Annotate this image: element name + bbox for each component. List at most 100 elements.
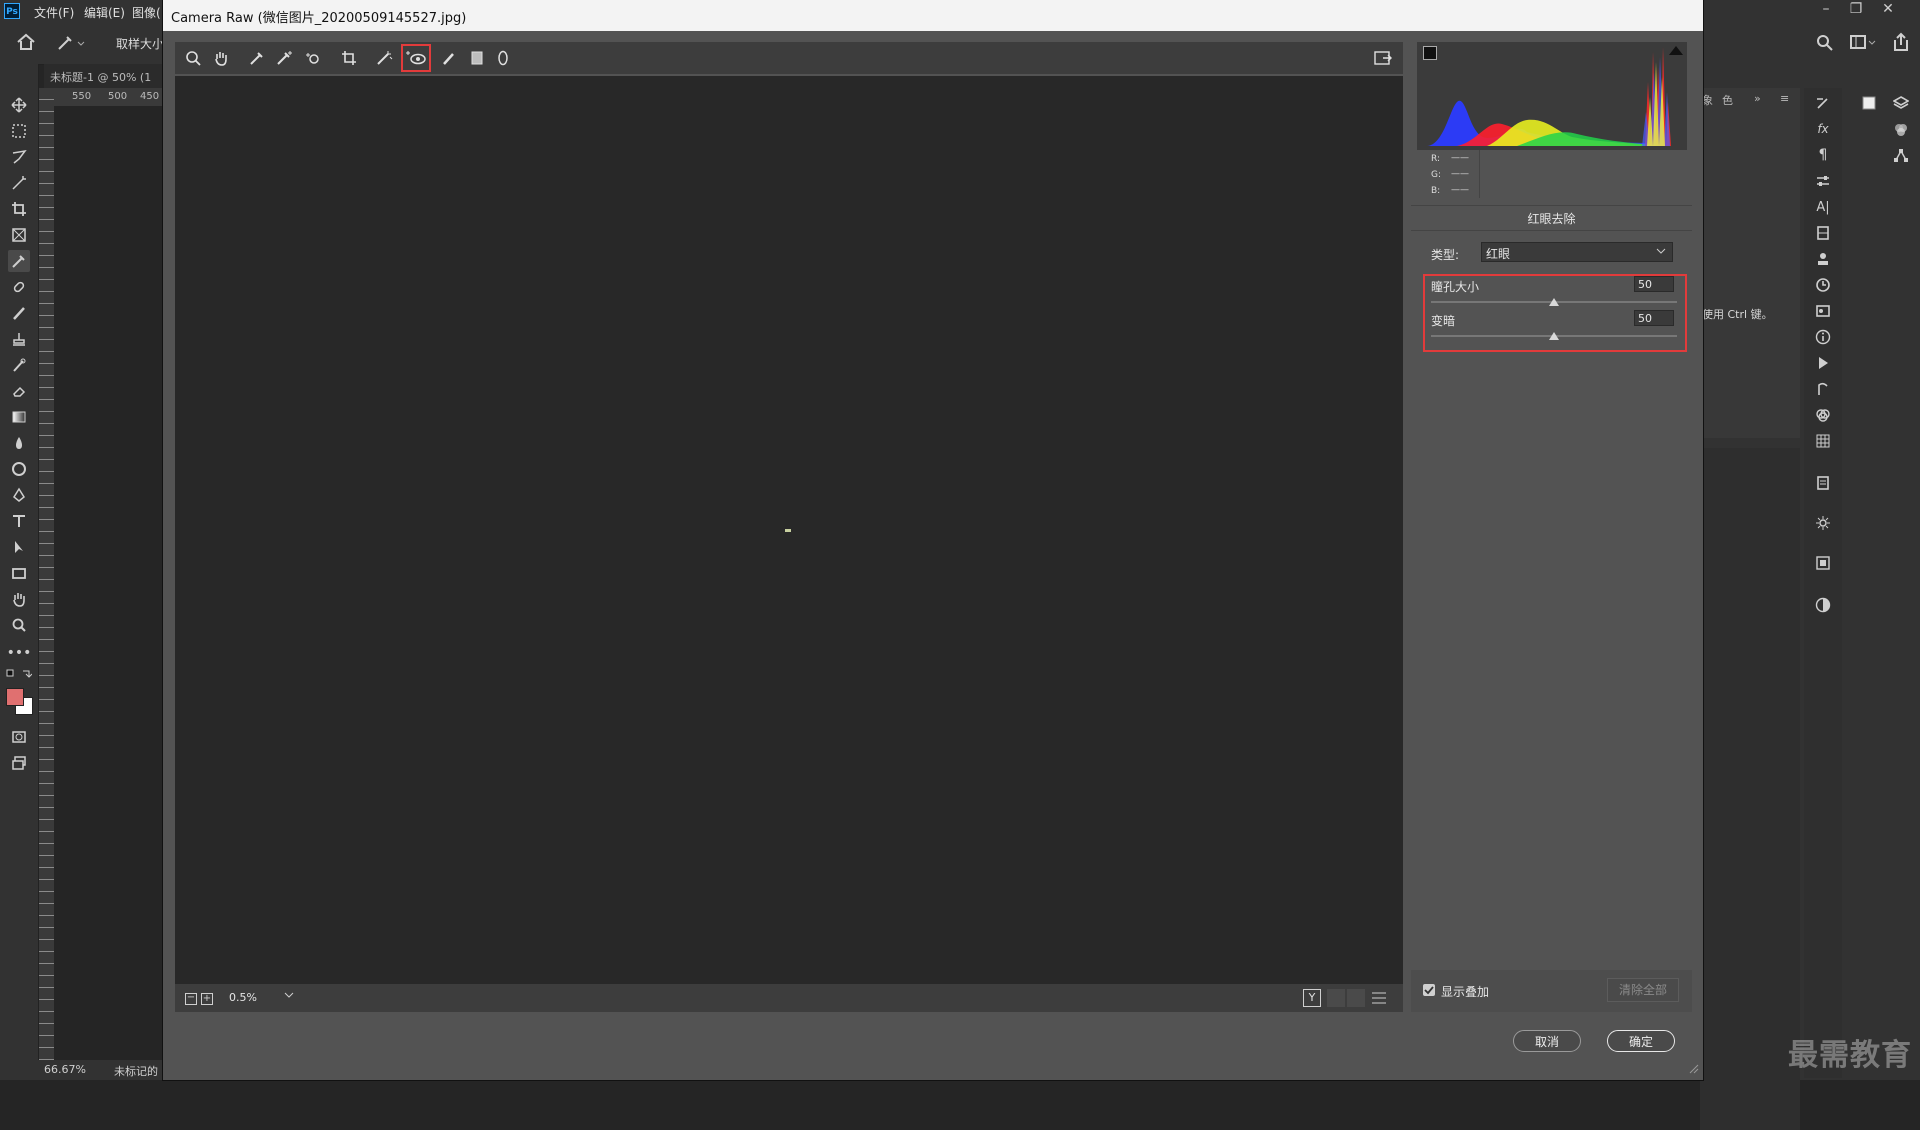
menu-edit[interactable]: 编辑(E) bbox=[84, 4, 125, 21]
brush-settings-icon[interactable] bbox=[1812, 92, 1834, 114]
status-zoom[interactable]: 66.67% bbox=[44, 1063, 86, 1076]
info-icon[interactable] bbox=[1812, 326, 1834, 348]
hand-tool-icon[interactable] bbox=[8, 588, 30, 610]
magic-wand-tool-icon[interactable] bbox=[8, 172, 30, 194]
crop-tool-icon[interactable] bbox=[8, 198, 30, 220]
character-icon[interactable]: A| bbox=[1812, 196, 1834, 218]
type-select[interactable]: 红眼 bbox=[1481, 242, 1673, 262]
darken-input[interactable]: 50 bbox=[1634, 310, 1674, 326]
share-icon[interactable] bbox=[1892, 32, 1910, 52]
menu-image[interactable]: 图像( bbox=[132, 4, 161, 21]
zoom-tool-icon[interactable] bbox=[8, 614, 30, 636]
targeted-adjustment-tool-icon[interactable] bbox=[301, 46, 325, 70]
paths-node-icon[interactable] bbox=[1890, 144, 1912, 166]
actions-play-icon[interactable] bbox=[1812, 352, 1834, 374]
eraser-tool-icon[interactable] bbox=[8, 380, 30, 402]
channels-icon[interactable] bbox=[1812, 404, 1834, 426]
swatches-grid-icon[interactable] bbox=[1812, 430, 1834, 452]
clear-all-button[interactable]: 清除全部 bbox=[1607, 978, 1679, 1002]
darken-slider-thumb[interactable] bbox=[1549, 332, 1559, 340]
panel-tab-label[interactable]: 象 bbox=[1702, 92, 1713, 108]
minimize-icon[interactable]: – bbox=[1812, 1, 1840, 17]
show-overlay-label[interactable]: 显示叠加 bbox=[1441, 983, 1489, 1000]
panel-menu-icon[interactable]: ≡ bbox=[1780, 92, 1789, 105]
zoom-dropdown-chevron-icon[interactable] bbox=[283, 989, 297, 1007]
move-tool-icon[interactable] bbox=[8, 94, 30, 116]
channels-rgb-icon[interactable] bbox=[1890, 118, 1912, 140]
quick-mask-icon[interactable] bbox=[8, 726, 30, 748]
type-tool-icon[interactable] bbox=[8, 510, 30, 532]
pupil-size-input[interactable]: 50 bbox=[1634, 276, 1674, 292]
menu-file[interactable]: 文件(F) bbox=[34, 4, 74, 21]
spot-removal-tool-icon[interactable] bbox=[373, 46, 397, 70]
eyedropper-preset-icon[interactable] bbox=[56, 32, 86, 52]
foreground-color-swatch[interactable] bbox=[6, 688, 24, 706]
stamp-tool-icon[interactable] bbox=[8, 328, 30, 350]
history-brush-tool-icon[interactable] bbox=[8, 354, 30, 376]
pen-tool-icon[interactable] bbox=[8, 484, 30, 506]
layer-thumb-icon[interactable] bbox=[1858, 92, 1880, 114]
workspace-icon[interactable] bbox=[1850, 34, 1876, 52]
dodge-tool-icon[interactable] bbox=[8, 458, 30, 480]
image-preview[interactable] bbox=[175, 76, 1403, 984]
panel-expand-icon[interactable]: » bbox=[1754, 92, 1761, 105]
dialog-titlebar[interactable]: Camera Raw (微信图片_20200509145527.jpg) bbox=[163, 0, 1703, 31]
zoom-level-select[interactable]: 0.5% bbox=[221, 989, 281, 1007]
show-overlay-checkbox[interactable] bbox=[1423, 984, 1435, 996]
close-icon[interactable]: ✕ bbox=[1874, 1, 1902, 17]
shadow-clipping-warning-icon[interactable] bbox=[1423, 46, 1437, 60]
libraries-icon[interactable] bbox=[1812, 222, 1834, 244]
red-eye-removal-tool[interactable] bbox=[401, 44, 431, 72]
graduated-filter-tool-icon[interactable] bbox=[465, 46, 489, 70]
highlight-clipping-warning-icon[interactable] bbox=[1669, 46, 1683, 55]
rectangle-tool-icon[interactable] bbox=[8, 562, 30, 584]
color-balance-icon[interactable] bbox=[1812, 594, 1834, 616]
resize-grip-icon[interactable] bbox=[1689, 1064, 1699, 1074]
home-icon[interactable] bbox=[16, 33, 36, 51]
healing-brush-tool-icon[interactable] bbox=[8, 276, 30, 298]
brush-tool-icon[interactable] bbox=[8, 302, 30, 324]
layers-icon[interactable] bbox=[1890, 92, 1912, 114]
swap-colors-icon[interactable] bbox=[6, 668, 32, 680]
lasso-tool-icon[interactable] bbox=[8, 146, 30, 168]
3d-light-icon[interactable] bbox=[1812, 512, 1834, 534]
hand-tool-icon[interactable] bbox=[209, 46, 233, 70]
blur-tool-icon[interactable] bbox=[8, 432, 30, 454]
swap-before-after-icon[interactable] bbox=[1327, 989, 1345, 1007]
history-icon[interactable] bbox=[1812, 274, 1834, 296]
document-tab[interactable]: 未标题-1 @ 50% (1 bbox=[44, 64, 164, 88]
panel-tab-label[interactable]: 色 bbox=[1722, 92, 1733, 108]
pupil-size-slider-thumb[interactable] bbox=[1549, 298, 1559, 306]
tool-presets-icon[interactable] bbox=[1812, 300, 1834, 322]
ok-button[interactable]: 确定 bbox=[1607, 1030, 1675, 1052]
fullscreen-toggle-icon[interactable] bbox=[1371, 46, 1395, 70]
screen-mode-icon[interactable] bbox=[8, 752, 30, 774]
paragraph-icon[interactable]: ¶ bbox=[1812, 144, 1834, 166]
cancel-button[interactable]: 取消 bbox=[1513, 1030, 1581, 1052]
white-balance-tool-icon[interactable] bbox=[245, 46, 269, 70]
crop-tool-icon[interactable] bbox=[337, 46, 361, 70]
frame-tool-icon[interactable] bbox=[8, 224, 30, 246]
zoom-out-icon[interactable]: − bbox=[185, 993, 197, 1005]
eyedropper-tool-icon[interactable] bbox=[8, 250, 30, 272]
path-selection-tool-icon[interactable] bbox=[8, 536, 30, 558]
zoom-tool-icon[interactable] bbox=[181, 46, 205, 70]
more-tools-icon[interactable]: ••• bbox=[7, 642, 32, 664]
restore-icon[interactable]: ❐ bbox=[1842, 1, 1870, 17]
radial-filter-tool-icon[interactable] bbox=[491, 46, 515, 70]
zoom-in-icon[interactable]: + bbox=[201, 993, 213, 1005]
styles-icon[interactable]: fx bbox=[1812, 118, 1834, 140]
stamp-preset-icon[interactable] bbox=[1812, 248, 1834, 270]
preview-preferences-icon[interactable] bbox=[1371, 991, 1387, 1005]
gradient-tool-icon[interactable] bbox=[8, 406, 30, 428]
timeline-icon[interactable] bbox=[1812, 552, 1834, 574]
copy-settings-icon[interactable] bbox=[1347, 989, 1365, 1007]
adjustment-brush-tool-icon[interactable] bbox=[437, 46, 461, 70]
marquee-tool-icon[interactable] bbox=[8, 120, 30, 142]
color-swatches[interactable] bbox=[6, 688, 34, 716]
notes-icon[interactable] bbox=[1812, 472, 1834, 494]
color-sampler-tool-icon[interactable] bbox=[273, 46, 297, 70]
search-icon[interactable] bbox=[1816, 34, 1834, 52]
before-after-toggle-icon[interactable]: Y bbox=[1303, 989, 1321, 1007]
paths-icon[interactable] bbox=[1812, 378, 1834, 400]
